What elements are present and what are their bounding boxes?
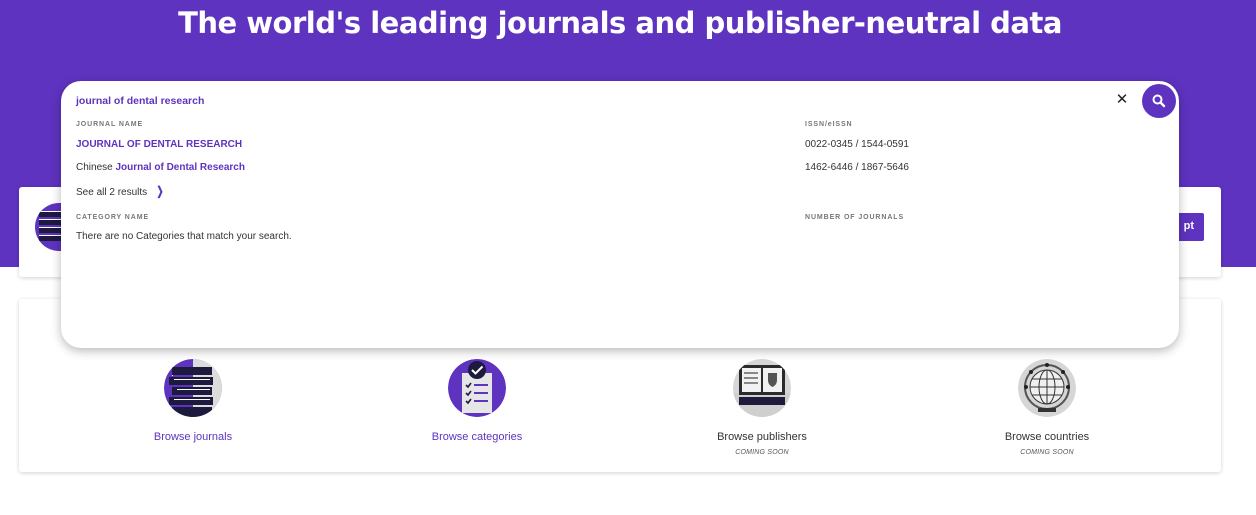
- browse-tiles: Browse journals Browse categories Browse…: [19, 359, 1221, 469]
- chevron-right-icon: ❯: [156, 184, 164, 198]
- number-of-journals-header: NUMBER OF JOURNALS: [805, 214, 905, 221]
- browse-publishers-tile: Browse publishers COMING SOON: [662, 359, 862, 456]
- browse-publishers-label: Browse publishers: [717, 431, 807, 443]
- result-row[interactable]: JOURNAL OF DENTAL RESEARCH: [76, 139, 242, 150]
- categories-icon: [448, 359, 506, 417]
- publishers-icon: [733, 359, 791, 417]
- browse-categories-tile[interactable]: Browse categories: [377, 359, 577, 443]
- no-categories-message: There are no Categories that match your …: [76, 231, 292, 242]
- browse-countries-label: Browse countries: [1004, 431, 1090, 443]
- category-name-header: CATEGORY NAME: [76, 214, 150, 221]
- clear-search-icon[interactable]: ✕: [1114, 92, 1130, 108]
- coming-soon-badge: COMING SOON: [735, 449, 789, 456]
- result-prefix: Chinese: [76, 162, 116, 173]
- journals-icon: [164, 359, 222, 417]
- browse-journals-link[interactable]: Browse journals: [93, 431, 293, 443]
- hero-title: The world's leading journals and publish…: [178, 6, 1062, 40]
- result-issn: 0022-0345 / 1544-0591: [805, 139, 909, 150]
- browse-journals-tile[interactable]: Browse journals: [93, 359, 293, 443]
- search-input[interactable]: journal of dental research: [76, 95, 204, 107]
- search-results-dropdown: journal of dental research ✕ JOURNAL NAM…: [61, 81, 1179, 348]
- browse-categories-link[interactable]: Browse categories: [377, 431, 577, 443]
- search-icon: [1152, 94, 1166, 108]
- coming-soon-badge: COMING SOON: [1020, 449, 1074, 456]
- globe-icon: [1018, 359, 1076, 417]
- journal-name-header: JOURNAL NAME: [76, 121, 144, 128]
- result-row[interactable]: Chinese Journal of Dental Research: [76, 162, 245, 173]
- result-issn: 1462-6446 / 1867-5646: [805, 162, 909, 173]
- search-button[interactable]: [1142, 84, 1176, 118]
- browse-countries-tile: Browse countries COMING SOON: [947, 359, 1147, 456]
- issn-header: ISSN/eISSN: [805, 121, 853, 128]
- result-journal-link[interactable]: JOURNAL OF DENTAL RESEARCH: [76, 139, 242, 150]
- see-all-results-link[interactable]: See all 2 results ❯: [76, 184, 165, 198]
- result-journal-link[interactable]: Journal of Dental Research: [115, 162, 244, 173]
- see-all-label: See all 2 results: [76, 187, 148, 198]
